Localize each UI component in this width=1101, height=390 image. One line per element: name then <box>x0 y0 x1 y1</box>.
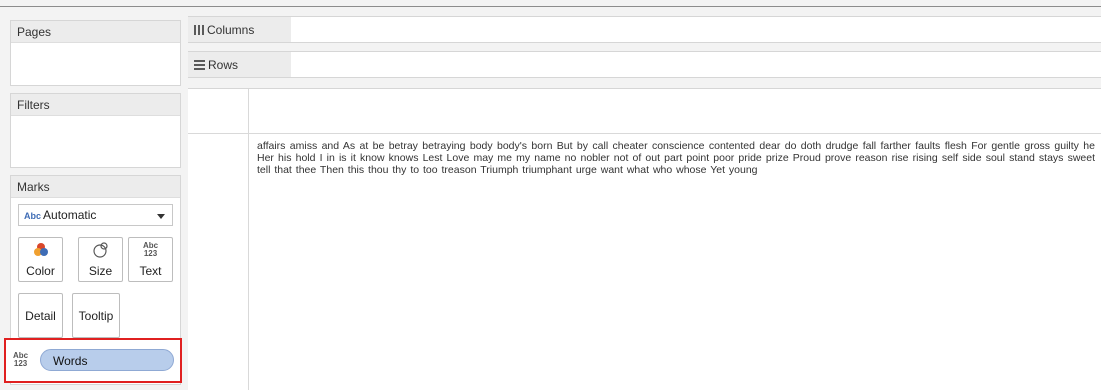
top-border <box>0 6 1101 7</box>
size-button[interactable]: Size <box>78 237 123 282</box>
text-abc-icon: Abc 123 <box>129 242 172 261</box>
color-label: Color <box>26 264 55 278</box>
rows-label: Rows <box>208 58 239 72</box>
view-divider-horizontal <box>188 133 1101 134</box>
rows-shelf[interactable]: Rows <box>188 51 1101 78</box>
left-panel: Pages Filters Marks AbcAutomatic Color <box>0 8 186 390</box>
pages-card[interactable]: Pages <box>10 20 181 86</box>
columns-icon <box>194 25 204 35</box>
pill-icon-bottom: 123 <box>13 359 28 368</box>
abc-icon: Abc <box>24 211 42 221</box>
chevron-down-icon <box>157 214 165 219</box>
filters-title: Filters <box>11 94 180 116</box>
view-canvas[interactable]: affairs amiss and As at be betray betray… <box>188 88 1101 390</box>
rows-shelf-label: Rows <box>188 52 291 77</box>
color-button[interactable]: Color <box>18 237 63 282</box>
size-label: Size <box>88 264 113 278</box>
mark-type-dropdown[interactable]: Abc Automatic <box>18 204 173 226</box>
size-icon <box>79 242 122 263</box>
text-button[interactable]: Abc 123 Text <box>128 237 173 282</box>
abc-123-icon: Abc 123 <box>13 352 28 368</box>
text-icon-bottom: 123 <box>143 249 158 258</box>
text-label: Text <box>139 264 162 278</box>
tooltip-label: Tooltip <box>78 309 114 323</box>
marks-title: Marks <box>11 176 180 198</box>
words-field-pill[interactable]: Words <box>40 349 174 371</box>
view-divider-vertical <box>248 89 249 390</box>
rows-icon <box>194 60 205 70</box>
columns-shelf[interactable]: Columns <box>188 16 1101 43</box>
detail-label: Detail <box>25 309 56 323</box>
filters-card[interactable]: Filters <box>10 93 181 168</box>
word-marks-text[interactable]: affairs amiss and As at be betray betray… <box>257 140 1095 176</box>
highlighted-field-row: Abc 123 Words <box>4 338 182 383</box>
columns-shelf-label: Columns <box>188 17 291 42</box>
tooltip-button[interactable]: Tooltip <box>72 293 120 338</box>
detail-button[interactable]: Detail <box>18 293 63 338</box>
color-icon <box>19 242 62 263</box>
columns-label: Columns <box>207 23 255 37</box>
pages-title: Pages <box>11 21 180 43</box>
mark-type-label: Automatic <box>43 208 97 222</box>
